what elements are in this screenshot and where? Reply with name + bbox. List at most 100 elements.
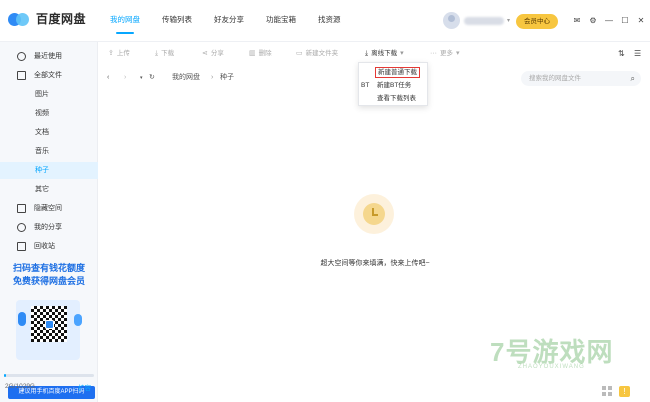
sidebar-item-label: 文档 — [35, 129, 49, 136]
promo-banner[interactable]: 扫码查有钱花额度 免费获得网盘会员 建议用手机百度APP扫码 — [4, 262, 95, 399]
feedback-icon[interactable]: ! — [619, 386, 630, 397]
sidebar-item-label: 全部文件 — [34, 72, 62, 79]
menu-item-label: 新建普通下载 — [375, 67, 420, 78]
top-bar: 百度网盘 我的网盘 传输列表 好友分享 功能宝箱 找资源 ▾ 会员中心 ✉ ⚙ … — [0, 0, 650, 42]
app-logo[interactable]: 百度网盘 — [8, 10, 86, 27]
share-icon — [17, 223, 26, 232]
maximize-icon[interactable]: ☐ — [618, 14, 632, 28]
watermark-subtext: ZHAOYOUXIWANG — [518, 364, 585, 370]
new-folder-label: 新建文件夹 — [305, 50, 339, 57]
vip-center-button[interactable]: 会员中心 — [516, 14, 558, 29]
clock-icon — [363, 203, 385, 225]
expand-storage-link[interactable]: 扩容 — [78, 382, 91, 392]
qr-logo-icon — [45, 320, 54, 329]
sidebar-item-label: 种子 — [35, 167, 49, 174]
window-icons: ✉ ⚙ — ☐ ✕ — [570, 14, 650, 28]
app-name: 百度网盘 — [36, 12, 87, 26]
promo-title: 扫码查有钱花额度 — [12, 263, 85, 273]
back-icon[interactable]: ‹ — [107, 66, 109, 90]
upload-icon: ⇪ — [108, 50, 114, 57]
share-label: 分享 — [210, 50, 224, 57]
sidebar: 最近使用 全部文件 图片 视频 文档 音乐 种子 其它 隐藏空间 我的分享 回收… — [0, 42, 98, 402]
search-icon[interactable]: ⌕ — [631, 71, 635, 86]
user-menu[interactable]: ▾ — [443, 12, 510, 29]
sort-icon[interactable]: ⇅ — [618, 42, 625, 66]
nav-my-disk[interactable]: 我的网盘 — [110, 0, 140, 42]
minimize-icon[interactable]: — — [602, 14, 616, 28]
decoration-icon — [18, 312, 26, 326]
menu-item-new-download[interactable]: 新建普通下载 — [359, 66, 429, 79]
trash-icon — [17, 242, 26, 251]
offline-download-menu: 新建普通下载 BT 新建BT任务 查看下载列表 — [358, 62, 428, 106]
sidebar-item-documents[interactable]: 文档 — [0, 124, 98, 141]
empty-state-illustration — [354, 194, 394, 234]
username-blurred — [464, 16, 504, 25]
history-dropdown-icon[interactable]: ▾ — [140, 66, 143, 90]
avatar[interactable] — [443, 12, 460, 29]
upload-label: 上传 — [116, 50, 130, 57]
lock-icon — [17, 204, 26, 213]
sidebar-item-other[interactable]: 其它 — [0, 181, 98, 198]
sidebar-item-label: 视频 — [35, 110, 49, 117]
qr-card — [16, 300, 82, 360]
list-view-icon[interactable]: ☰ — [634, 42, 641, 66]
cloud-logo-icon — [8, 11, 30, 27]
more-label: 更多 — [440, 50, 453, 57]
nav-transfer-list[interactable]: 传输列表 — [162, 0, 192, 42]
nav-find-resources[interactable]: 找资源 — [318, 0, 341, 42]
main-nav: 我的网盘 传输列表 好友分享 功能宝箱 找资源 — [110, 0, 363, 42]
share-button[interactable]: ⋖ 分享 — [202, 42, 224, 66]
storage-text: 2G/1029G — [5, 383, 35, 390]
storage-fill — [4, 374, 6, 377]
file-icon — [17, 71, 26, 80]
sidebar-item-my-shares[interactable]: 我的分享 — [0, 219, 98, 236]
sidebar-item-recent[interactable]: 最近使用 — [0, 48, 98, 65]
chevron-down-icon: ▾ — [456, 50, 460, 57]
sidebar-item-label: 其它 — [35, 186, 49, 193]
sidebar-item-hidden-space[interactable]: 隐藏空间 — [0, 200, 98, 217]
close-icon[interactable]: ✕ — [634, 14, 648, 28]
menu-item-label: 新建BT任务 — [377, 82, 412, 89]
grid-view-icon[interactable] — [602, 386, 613, 397]
folder-plus-icon: ▭ — [296, 50, 303, 57]
search-input[interactable]: 搜索我的网盘文件 ⌕ — [521, 71, 641, 86]
sidebar-item-label: 音乐 — [35, 148, 49, 155]
sidebar-item-recycle-bin[interactable]: 回收站 — [0, 238, 98, 255]
upload-button[interactable]: ⇪ 上传 — [108, 42, 130, 66]
gear-icon[interactable]: ⚙ — [586, 14, 600, 28]
offline-download-label: 离线下载 — [371, 50, 398, 57]
share-icon: ⋖ — [202, 50, 208, 57]
sidebar-item-images[interactable]: 图片 — [0, 86, 98, 103]
sidebar-item-label: 回收站 — [34, 243, 55, 250]
breadcrumb-separator-icon: › — [211, 74, 214, 81]
bottom-right-controls: ! — [602, 386, 630, 397]
menu-item-label: 查看下载列表 — [377, 95, 416, 102]
empty-state-message: 超大空间等你来填满，快来上传吧~ — [320, 260, 430, 267]
trash-icon: ▥ — [249, 50, 256, 57]
sidebar-item-all-files[interactable]: 全部文件 — [0, 67, 98, 84]
nav-toolbox[interactable]: 功能宝箱 — [266, 0, 296, 42]
download-icon: ⤓ — [155, 50, 159, 57]
nav-friend-share[interactable]: 好友分享 — [214, 0, 244, 42]
bt-icon: BT — [361, 82, 370, 89]
breadcrumb-root[interactable]: 我的网盘 — [172, 66, 200, 90]
download-button[interactable]: ⤓ 下载 — [155, 42, 174, 66]
breadcrumb-current: 种子 — [220, 74, 234, 81]
chevron-down-icon: ▾ — [400, 50, 404, 57]
promo-subtitle: 免费获得网盘会员 — [12, 276, 85, 286]
more-button[interactable]: ··· 更多 ▾ — [430, 42, 463, 66]
forward-icon[interactable]: › — [124, 66, 126, 90]
more-icon: ··· — [430, 50, 437, 57]
menu-item-view-downloads[interactable]: 查看下载列表 — [359, 92, 429, 105]
mail-icon[interactable]: ✉ — [570, 14, 584, 28]
menu-item-new-bt-task[interactable]: BT 新建BT任务 — [359, 79, 429, 92]
sidebar-item-videos[interactable]: 视频 — [0, 105, 98, 122]
refresh-icon[interactable]: ↻ — [149, 66, 155, 90]
sidebar-item-torrents[interactable]: 种子 — [0, 162, 98, 179]
decoration-icon — [74, 314, 82, 326]
sidebar-item-music[interactable]: 音乐 — [0, 143, 98, 160]
chevron-down-icon[interactable]: ▾ — [507, 17, 510, 24]
storage-bar — [4, 374, 94, 377]
new-folder-button[interactable]: ▭ 新建文件夹 — [296, 42, 338, 66]
delete-button[interactable]: ▥ 删除 — [249, 42, 272, 66]
